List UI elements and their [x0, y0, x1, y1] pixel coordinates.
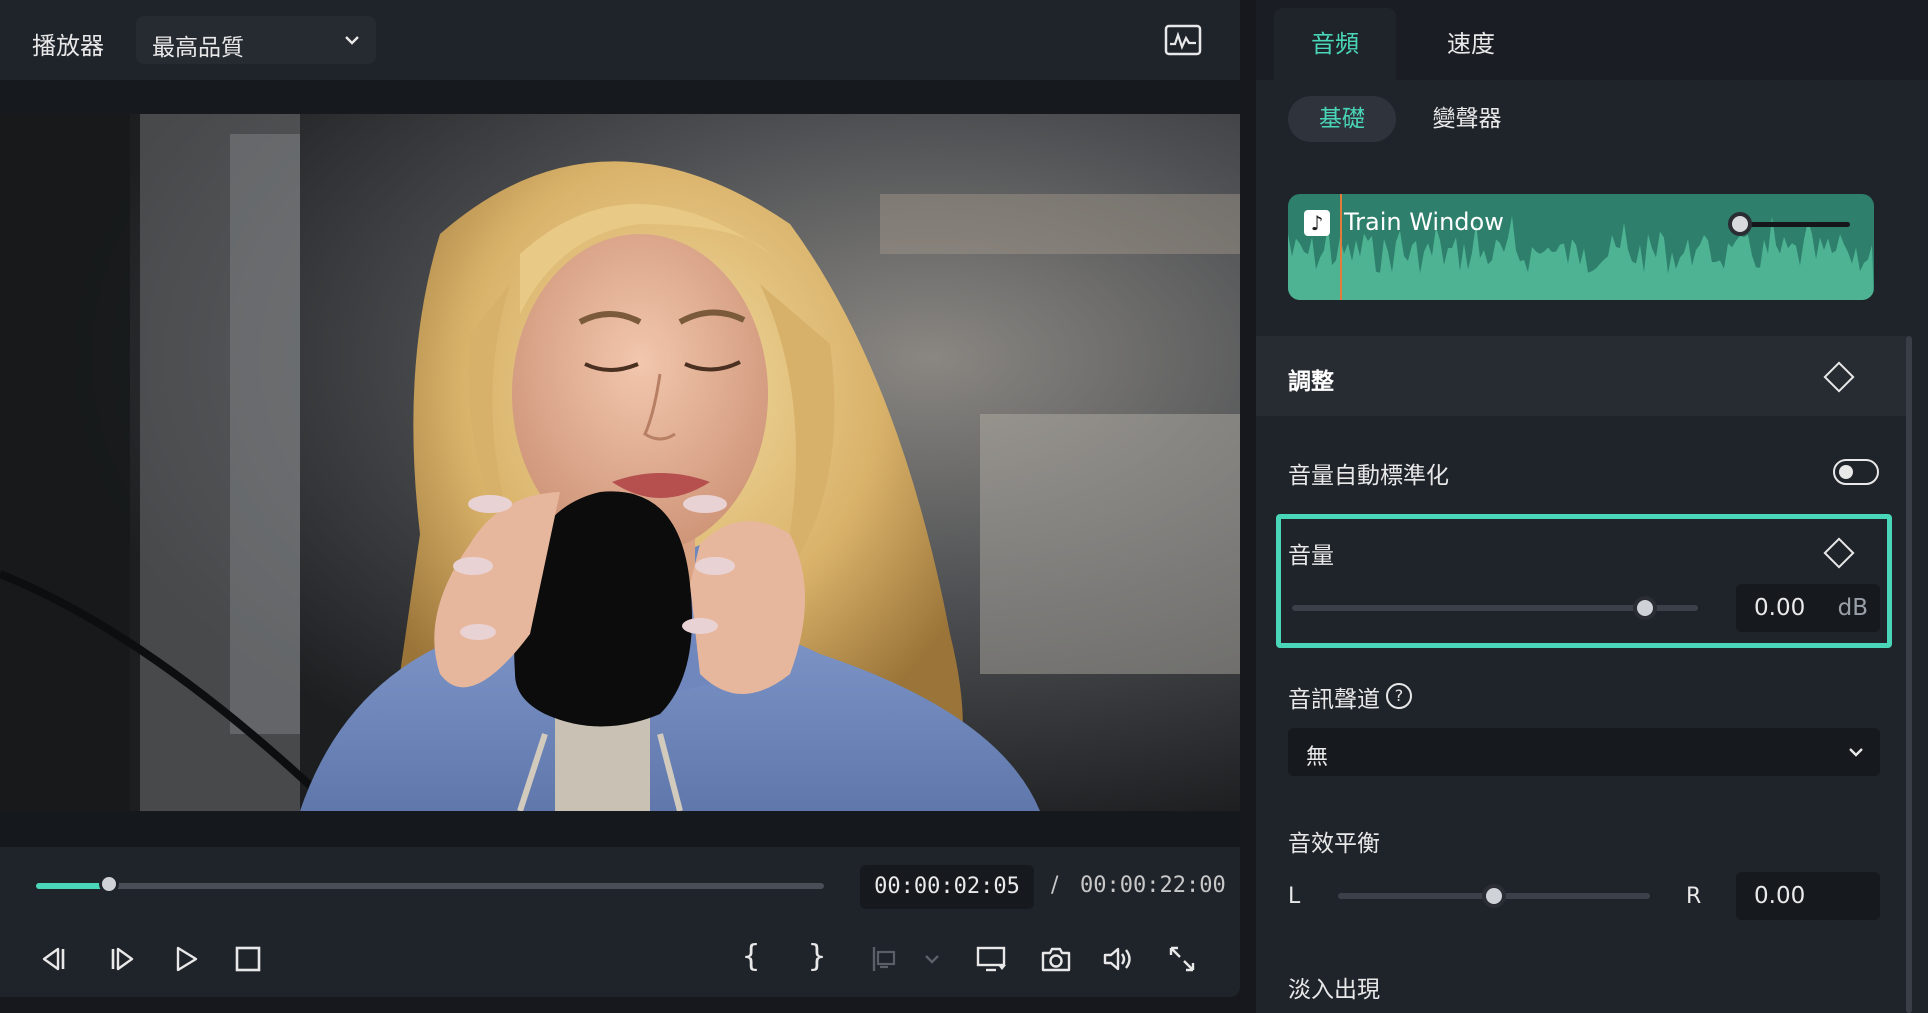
play-button[interactable] — [168, 941, 204, 977]
subtab-voice-changer[interactable]: 變聲器 — [1412, 96, 1522, 142]
subtab-basic[interactable]: 基礎 — [1288, 96, 1396, 142]
insert-button[interactable] — [866, 941, 902, 977]
volume-value: 0.00 — [1754, 595, 1806, 621]
timeline-scrubber[interactable] — [36, 874, 824, 894]
fade-label: 淡入出現 — [1288, 977, 1380, 1003]
quality-label: 最高品質 — [152, 35, 244, 61]
total-time: 00:00:22:00 — [1080, 873, 1226, 898]
chevron-down-icon — [1849, 748, 1863, 757]
preview-top-margin — [0, 80, 1240, 114]
music-note-icon: ♪ — [1304, 210, 1330, 236]
video-frame-image — [0, 114, 1240, 811]
video-preview[interactable] — [0, 114, 1240, 811]
chevron-down-icon — [345, 36, 359, 45]
auto-normalize-toggle[interactable] — [1833, 459, 1879, 485]
insert-clip-icon — [872, 947, 896, 971]
time-separator: / — [1051, 873, 1059, 898]
timeline-thumb[interactable] — [99, 874, 120, 894]
display-settings-button[interactable] — [974, 941, 1010, 977]
stop-icon — [235, 946, 261, 972]
properties-tabs: 音頻 速度 — [1256, 0, 1928, 80]
snapshot-button[interactable] — [1038, 941, 1074, 977]
volume-input[interactable]: 0.00 dB — [1736, 584, 1880, 632]
channel-label: 音訊聲道 — [1288, 687, 1380, 713]
next-frame-button[interactable] — [104, 941, 140, 977]
speaker-icon — [1103, 947, 1131, 971]
balance-right-label: R — [1686, 884, 1702, 909]
balance-slider-thumb[interactable] — [1482, 884, 1506, 908]
volume-unit: dB — [1837, 595, 1868, 621]
balance-input[interactable]: 0.00 — [1736, 872, 1880, 920]
camera-icon — [1041, 947, 1071, 972]
previous-frame-button[interactable] — [36, 941, 72, 977]
balance-left-label: L — [1288, 884, 1301, 909]
tab-speed[interactable]: 速度 — [1410, 8, 1532, 80]
player-header: 播放器 最高品質 — [0, 0, 1240, 80]
adjust-section-header[interactable]: 調整 — [1256, 336, 1906, 416]
clip-fade-line — [1738, 222, 1850, 227]
step-back-icon — [42, 947, 65, 971]
tab-audio[interactable]: 音頻 — [1274, 8, 1396, 80]
volume-button[interactable] — [1100, 941, 1136, 977]
preview-bottom-margin — [0, 811, 1240, 847]
timeline-progress — [36, 883, 110, 889]
quality-dropdown[interactable]: 最高品質 — [136, 16, 376, 64]
waveform-scope-icon[interactable] — [1164, 24, 1202, 56]
balance-value: 0.00 — [1754, 883, 1806, 909]
insert-options-button[interactable] — [914, 941, 950, 977]
expand-icon — [1169, 946, 1195, 972]
player-panel: 播放器 最高品質 00:00:02:05 / 00:00:22:00 {} — [0, 0, 1240, 997]
clip-title: Train Window — [1344, 208, 1504, 236]
step-forward-icon — [111, 947, 134, 971]
clip-playhead — [1340, 194, 1342, 300]
mark-out-button[interactable]: } — [808, 939, 826, 974]
current-time-box[interactable]: 00:00:02:05 — [860, 865, 1034, 909]
player-controls: 00:00:02:05 / 00:00:22:00 { } — [0, 847, 1240, 997]
channel-selected: 無 — [1306, 745, 1329, 770]
mark-in-button[interactable]: { — [742, 939, 760, 974]
panel-scrollbar[interactable] — [1906, 336, 1912, 1013]
balance-label: 音效平衡 — [1288, 831, 1380, 857]
toggle-knob — [1839, 465, 1853, 479]
adjust-title: 調整 — [1288, 369, 1334, 395]
play-icon — [176, 946, 198, 972]
chevron-down-icon — [925, 955, 939, 964]
fullscreen-button[interactable] — [1164, 941, 1200, 977]
properties-panel: 音頻 速度 基礎 變聲器 ♪ Train Window 調整 音量自動標準化 音… — [1256, 0, 1928, 1013]
channel-dropdown[interactable]: 無 — [1288, 728, 1880, 776]
player-title: 播放器 — [32, 32, 104, 60]
audio-clip-preview[interactable]: ♪ Train Window — [1288, 194, 1874, 300]
volume-label: 音量 — [1288, 543, 1334, 569]
clip-volume-handle[interactable] — [1728, 212, 1752, 236]
monitor-icon — [976, 946, 1006, 972]
current-time: 00:00:02:05 — [874, 874, 1020, 899]
keyframe-diamond-icon[interactable] — [1823, 361, 1855, 393]
auto-normalize-label: 音量自動標準化 — [1288, 463, 1449, 489]
stop-button[interactable] — [230, 941, 266, 977]
help-icon[interactable]: ? — [1386, 683, 1412, 709]
